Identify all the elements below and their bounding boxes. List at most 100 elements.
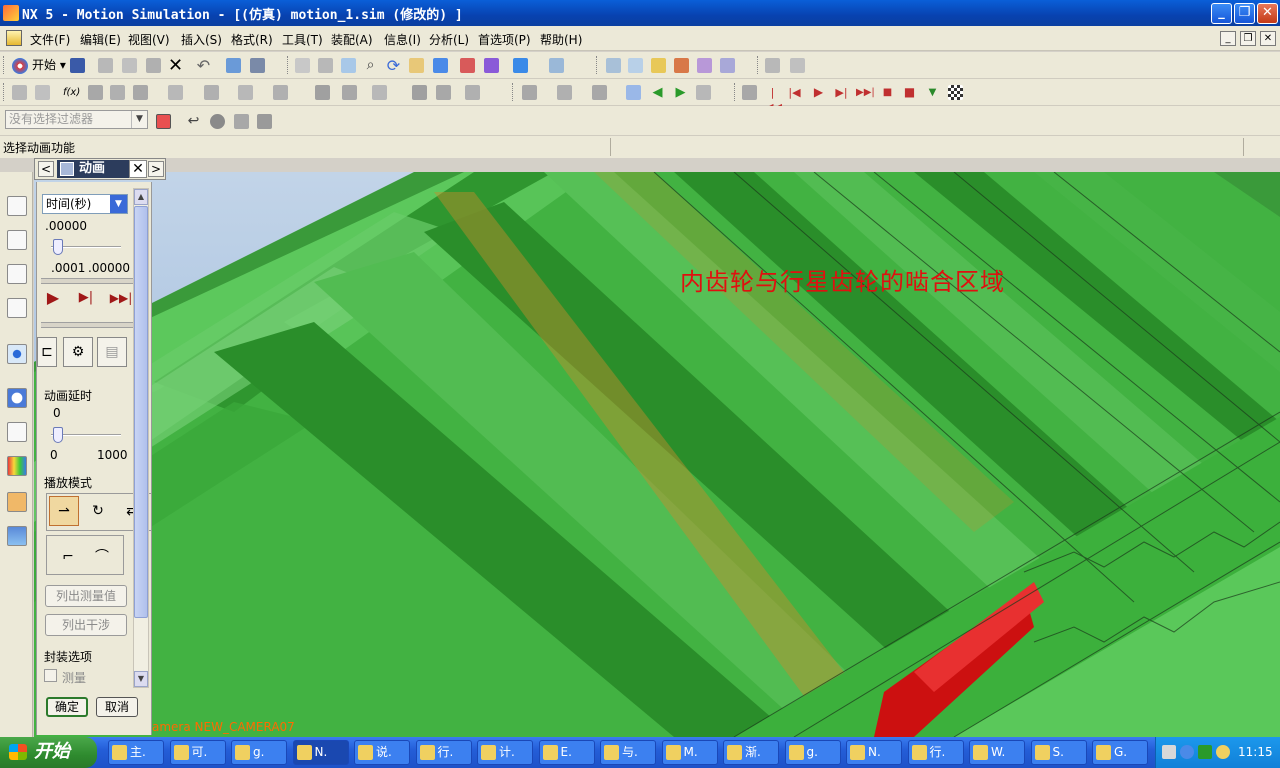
camera-icon[interactable] [433,58,448,73]
start-menu-button[interactable]: 开始 ▾ [12,57,66,75]
force-icon[interactable] [204,85,219,100]
marker-icon[interactable] [273,85,288,100]
scroll-thumb[interactable] [134,206,148,618]
part-navigator-icon[interactable] [7,264,27,284]
menu-file[interactable]: 文件(F) [30,31,70,48]
window-icon[interactable] [226,58,241,73]
fast-forward-button[interactable]: ▶▶| [106,286,136,310]
settings-icon[interactable] [557,85,572,100]
time-slider-thumb[interactable] [53,239,63,255]
time-mode-dropdown[interactable]: 时间(秒) ▼ [42,194,128,214]
scroll-up-icon[interactable]: ▲ [134,189,148,205]
articulation-tool-icon[interactable]: ⚙ [63,337,93,367]
system-materials-icon[interactable] [7,422,27,442]
stop-icon[interactable]: ■ [902,85,917,100]
step-back-icon[interactable]: |◀ [787,85,802,100]
toolbar-grip[interactable] [757,56,760,74]
dialog-scrollbar[interactable]: ▲ ▼ [133,188,149,688]
zoom-window-icon[interactable] [318,58,333,73]
rewind-to-start-icon[interactable]: |◀◀ [765,85,782,114]
forward-arrow-icon[interactable]: ▶ [673,85,688,100]
finish-flag-icon[interactable] [948,85,963,100]
zoom-fit-icon[interactable] [341,58,356,73]
taskbar-item[interactable]: 说. [354,740,410,765]
constraint-navigator-icon[interactable] [7,230,27,250]
taskbar-item[interactable]: G. [1092,740,1148,765]
menu-view[interactable]: 视图(V) [128,31,170,48]
toolbar-grip[interactable] [3,56,6,74]
toolbar-grip[interactable] [596,56,599,74]
minimize-button[interactable]: _ [1211,3,1232,24]
zoom-icon[interactable]: ⌕ [363,58,378,73]
selection-scope-icon[interactable] [156,114,171,129]
taskbar-item[interactable]: 计. [477,740,533,765]
solution-icon[interactable] [315,85,330,100]
restore-button[interactable]: ❐ [1234,3,1255,24]
fast-forward-icon[interactable]: ▶▶| [856,85,875,100]
step-forward-button[interactable]: ▶| [74,286,98,310]
snap-icon[interactable] [606,58,621,73]
taskbar-item[interactable]: 行. [415,740,472,765]
render-style-icon[interactable] [549,58,564,73]
scroll-down-icon[interactable]: ▼ [134,671,148,687]
menu-edit[interactable]: 编辑(E) [80,31,121,48]
taskbar-item[interactable]: 渐. [723,740,779,765]
export-image-icon[interactable]: ⌐ [53,542,83,572]
rotate-icon[interactable]: ⟳ [386,58,401,74]
shading-icon[interactable] [484,58,499,73]
play-once-icon[interactable]: ⇀ [49,496,79,526]
display-icon[interactable] [460,58,475,73]
trace-icon[interactable] [465,85,480,100]
tray-expand-icon[interactable] [1180,745,1194,759]
menu-insert[interactable]: 插入(S) [181,31,222,48]
doc-minimize-button[interactable]: _ [1220,31,1236,46]
spring-icon[interactable] [88,85,103,100]
cancel-button[interactable]: 取消 [96,697,138,717]
measure-checkbox[interactable] [44,669,57,682]
damper-icon[interactable] [110,85,125,100]
cube-view-icon[interactable] [513,58,528,73]
taskbar-item[interactable]: S. [1030,740,1087,765]
web-browser-icon[interactable] [7,344,27,364]
ok-button[interactable]: 确定 [46,697,88,717]
step-forward-icon[interactable]: ▶| [834,85,849,100]
animation-icon[interactable] [372,85,387,100]
doc-restore-button[interactable]: ❐ [1240,31,1256,46]
menu-information[interactable]: 信息(I) [384,31,421,48]
delete-icon[interactable]: ✕ [168,57,183,75]
taskbar-item[interactable]: 主. [108,740,164,765]
measure-icon[interactable] [697,58,712,73]
save-icon[interactable] [70,58,85,73]
menu-analysis[interactable]: 分析(L) [429,31,469,48]
cut-icon[interactable] [98,58,113,73]
packaging-icon[interactable] [592,85,607,100]
toolbar-grip[interactable] [734,83,737,101]
playback-mode-icon[interactable]: ▼ [925,85,940,100]
dialog-next-button[interactable]: > [148,161,164,177]
menu-app-icon[interactable] [6,30,22,46]
trace-tool-icon[interactable]: ⊏ [37,337,57,367]
solve-icon[interactable] [342,85,357,100]
menu-tools[interactable]: 工具(T) [282,31,323,48]
list-interference-button[interactable]: 列出干涉 [45,614,127,636]
list-measures-button[interactable]: 列出测量值 [45,585,127,607]
torque-icon[interactable] [238,85,253,100]
assembly-navigator-icon[interactable] [7,196,27,216]
undo-icon[interactable]: ↶ [196,58,211,74]
angle-icon[interactable] [790,58,805,73]
taskbar-item[interactable]: 行. [907,740,964,765]
fit-icon[interactable] [295,58,310,73]
taskbar-item[interactable]: M. [661,740,718,765]
feature-icon[interactable] [234,114,249,129]
distance-icon[interactable] [765,58,780,73]
play-icon[interactable]: ▶ [811,85,826,100]
toolbar-grip[interactable] [3,83,6,101]
system-scenes-icon[interactable] [7,526,27,546]
link-icon[interactable] [12,85,27,100]
toolbar-grip[interactable] [287,56,290,74]
menu-preferences[interactable]: 首选项(P) [478,31,531,48]
pan-icon[interactable] [409,58,424,73]
palette-icon[interactable] [7,456,27,476]
taskbar-item[interactable]: W. [969,740,1025,765]
delay-slider-thumb[interactable] [53,427,63,443]
